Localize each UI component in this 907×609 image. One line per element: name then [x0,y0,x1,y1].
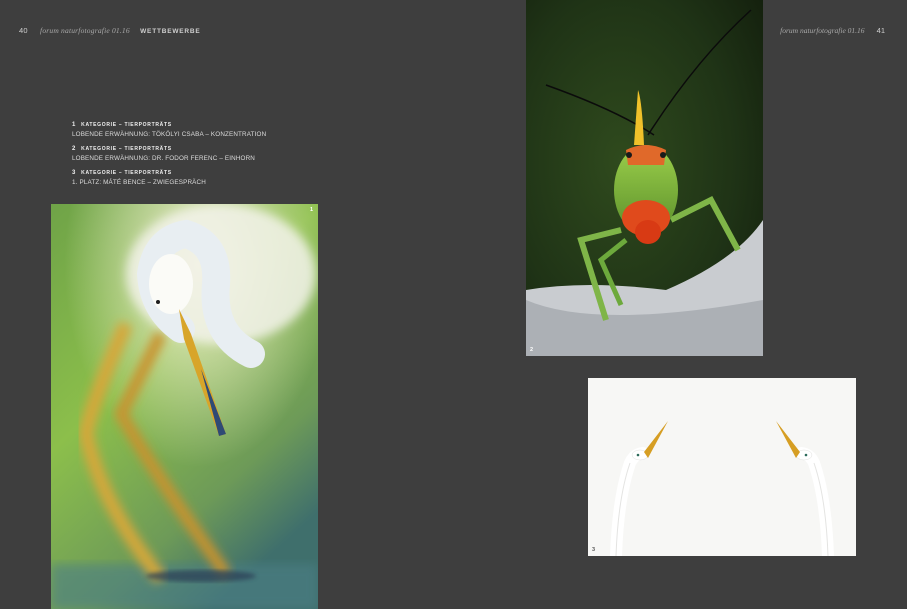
caption-category: KATEGORIE – TIERPORTRÄTS [81,170,172,176]
caption-number: 3 [72,170,77,176]
caption-number: 2 [72,146,77,152]
caption-category: KATEGORIE – TIERPORTRÄTS [81,122,172,128]
caption-2: 2 KATEGORIE – TIERPORTRÄTS LOBENDE ERWÄH… [72,145,332,163]
photo-number: 3 [592,547,596,553]
heron-photo: 1 [51,204,318,609]
caption-text: 1. PLATZ: MÁTÉ BENCE – ZWIEGESPRÄCH [72,179,206,186]
caption-3: 3 KATEGORIE – TIERPORTRÄTS 1. PLATZ: MÁT… [72,169,332,187]
caption-category: KATEGORIE – TIERPORTRÄTS [81,146,172,152]
page-number-left: 40 [19,26,28,35]
caption-1: 1 KATEGORIE – TIERPORTRÄTS LOBENDE ERWÄH… [72,121,332,139]
magazine-name-left: forum naturfotografie 01.16 [40,26,130,35]
caption-number: 1 [72,122,77,128]
page-number-right: 41 [876,26,885,35]
left-page-header: 40 forum naturfotografie 01.16 WETTBEWER… [19,26,201,35]
photo-number: 2 [530,347,534,353]
magazine-name-right: forum naturfotografie 01.16 [780,26,865,35]
egrets-photo: 3 [588,378,856,556]
caption-text: LOBENDE ERWÄHNUNG: DR. FODOR FERENC – EI… [72,155,255,162]
caption-text: LOBENDE ERWÄHNUNG: TÖKÖLYI CSABA – KONZE… [72,131,267,138]
katydid-photo: 2 [526,0,763,356]
magazine-spread: 40 forum naturfotografie 01.16 WETTBEWER… [0,0,907,609]
section-title: WETTBEWERBE [140,28,201,35]
right-page-header: forum naturfotografie 01.16 41 [780,26,885,35]
photo-number: 1 [309,207,313,213]
caption-list: 1 KATEGORIE – TIERPORTRÄTS LOBENDE ERWÄH… [72,121,332,193]
